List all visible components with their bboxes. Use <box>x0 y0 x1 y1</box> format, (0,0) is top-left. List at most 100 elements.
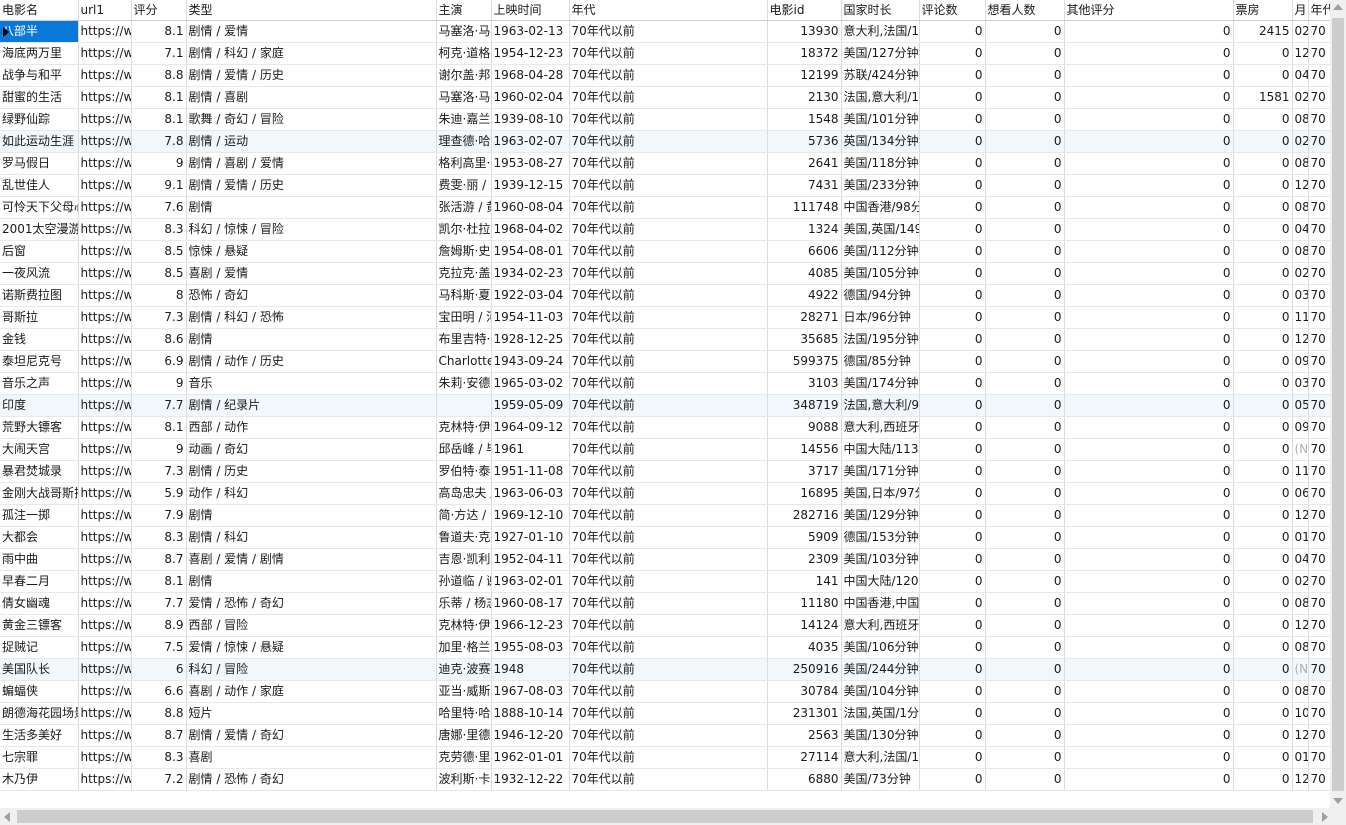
cell-month[interactable]: 01 <box>1292 526 1309 549</box>
cell-movie-id[interactable]: 111748 <box>767 196 842 219</box>
cell-title[interactable]: 哥斯拉 <box>0 306 79 329</box>
cell-movie-id[interactable]: 348719 <box>767 394 842 417</box>
cell-movie-id[interactable]: 16895 <box>767 482 842 505</box>
cell-month[interactable]: 08 <box>1292 680 1309 703</box>
cell-want-count[interactable]: 0 <box>985 768 1065 791</box>
cell-era2[interactable]: 70 <box>1308 130 1330 153</box>
cell-title[interactable]: 雨中曲 <box>0 548 79 571</box>
cell-want-count[interactable]: 0 <box>985 504 1065 527</box>
cell-month[interactable]: 11 <box>1292 460 1309 483</box>
cell-rating[interactable]: 8.5 <box>131 262 187 285</box>
cell-other-rating[interactable]: 0 <box>1064 482 1234 505</box>
cell-title[interactable]: 生活多美好 <box>0 724 79 747</box>
cell-release-date[interactable]: 1939-12-15 <box>491 174 570 197</box>
cell-country-runtime[interactable]: 法国,英国/1分 <box>841 702 920 725</box>
cell-comment-count[interactable]: 0 <box>919 130 986 153</box>
table-row[interactable]: 暴君焚城录 https://w 7.3 剧情 / 历史 罗伯特·泰 1951-11-08 7… <box>0 460 1330 483</box>
cell-genre[interactable]: 剧情 / 动作 / 历史 <box>186 350 437 373</box>
cell-box-office[interactable]: 0 <box>1233 328 1293 351</box>
table-row[interactable]: 孤注一掷 https://w 7.9 剧情 简·方达 /1969-12-10 70年代以前… <box>0 504 1330 527</box>
cell-movie-id[interactable]: 27114 <box>767 746 842 769</box>
cell-other-rating[interactable]: 0 <box>1064 636 1234 659</box>
cell-release-date[interactable]: 1960-02-04 <box>491 86 570 109</box>
cell-stars[interactable]: 格利高里· <box>436 152 492 175</box>
cell-other-rating[interactable]: 0 <box>1064 460 1234 483</box>
cell-title[interactable]: 泰坦尼克号 <box>0 350 79 373</box>
cell-title[interactable]: 可怜天下父母心 <box>0 196 79 219</box>
cell-month[interactable]: 12 <box>1292 504 1309 527</box>
cell-month[interactable]: 11 <box>1292 306 1309 329</box>
cell-country-runtime[interactable]: 意大利,法国/1 <box>841 20 920 43</box>
cell-title[interactable]: 美国队长 <box>0 658 79 681</box>
cell-month[interactable]: 02 <box>1292 130 1309 153</box>
column-header-month[interactable]: 月 <box>1292 0 1309 21</box>
cell-rating[interactable]: 7.1 <box>131 42 187 65</box>
table-row[interactable]: 黄金三镖客 https://w 8.9 西部 / 冒险 克林特·伊 1966-12-23 7… <box>0 614 1330 637</box>
table-row[interactable]: 哥斯拉https://w7.3剧情 / 科幻 / 恐怖宝田明 / 河1954-1… <box>0 306 1330 329</box>
cell-stars[interactable]: 克林特·伊 <box>436 614 492 637</box>
cell-era[interactable]: 70年代以前 <box>569 218 768 241</box>
cell-era2[interactable]: 70 <box>1308 196 1330 219</box>
cell-stars[interactable]: 鲁道夫·克 <box>436 526 492 549</box>
cell-country-runtime[interactable]: 中国大陆/120分 <box>841 570 920 593</box>
cell-movie-id[interactable]: 141 <box>767 570 842 593</box>
cell-comment-count[interactable]: 0 <box>919 240 986 263</box>
cell-title[interactable]: 荒野大镖客 <box>0 416 79 439</box>
table-row[interactable]: 早春二月https://w8.1剧情孙道临 / 谢1963-02-0170年代以… <box>0 570 1330 593</box>
cell-genre[interactable]: 剧情 / 科幻 <box>186 526 437 549</box>
cell-comment-count[interactable]: 0 <box>919 768 986 791</box>
cell-country-runtime[interactable]: 中国大陆/113 <box>841 438 920 461</box>
cell-genre[interactable]: 剧情 / 运动 <box>186 130 437 153</box>
cell-month[interactable]: 09 <box>1292 350 1309 373</box>
table-row[interactable]: 2001太空漫游 https://w 8.3 科幻 / 惊悚 / 冒险 凯尔·杜拉 196… <box>0 218 1330 241</box>
cell-stars[interactable]: 波利斯·卡 <box>436 768 492 791</box>
scroll-up-arrow-icon[interactable] <box>1333 4 1343 10</box>
cell-want-count[interactable]: 0 <box>985 152 1065 175</box>
cell-stars[interactable]: 吉恩·凯利 <box>436 548 492 571</box>
cell-month[interactable]: 08 <box>1292 636 1309 659</box>
cell-other-rating[interactable]: 0 <box>1064 152 1234 175</box>
cell-url1[interactable]: https://w <box>78 86 132 109</box>
cell-genre[interactable]: 爱情 / 惊悚 / 悬疑 <box>186 636 437 659</box>
cell-genre[interactable]: 剧情 / 爱情 / 历史 <box>186 64 437 87</box>
cell-title[interactable]: 如此运动生涯 <box>0 130 79 153</box>
cell-era2[interactable]: 70 <box>1308 174 1330 197</box>
cell-era2[interactable]: 70 <box>1308 328 1330 351</box>
cell-movie-id[interactable]: 28271 <box>767 306 842 329</box>
cell-movie-id[interactable]: 35685 <box>767 328 842 351</box>
cell-rating[interactable]: 5.9 <box>131 482 187 505</box>
cell-release-date[interactable]: 1888-10-14 <box>491 702 570 725</box>
cell-era[interactable]: 70年代以前 <box>569 42 768 65</box>
cell-country-runtime[interactable]: 美国/105分钟 <box>841 262 920 285</box>
cell-url1[interactable]: https://w <box>78 614 132 637</box>
cell-release-date[interactable]: 1939-08-10 <box>491 108 570 131</box>
cell-era[interactable]: 70年代以前 <box>569 262 768 285</box>
cell-stars[interactable]: 柯克·道格 <box>436 42 492 65</box>
cell-era2[interactable]: 70 <box>1308 768 1330 791</box>
column-header-country-runtime[interactable]: 国家时长 <box>841 0 920 21</box>
cell-genre[interactable]: 剧情 <box>186 504 437 527</box>
cell-url1[interactable]: https://w <box>78 592 132 615</box>
cell-rating[interactable]: 8.1 <box>131 570 187 593</box>
cell-month[interactable]: (N <box>1292 438 1309 461</box>
cell-other-rating[interactable]: 0 <box>1064 592 1234 615</box>
cell-month[interactable]: 04 <box>1292 64 1309 87</box>
cell-country-runtime[interactable]: 法国,意大利/9 <box>841 394 920 417</box>
column-header-movie-id[interactable]: 电影id <box>767 0 842 21</box>
cell-movie-id[interactable]: 6880 <box>767 768 842 791</box>
cell-era[interactable]: 70年代以前 <box>569 284 768 307</box>
cell-era[interactable]: 70年代以前 <box>569 438 768 461</box>
cell-era[interactable]: 70年代以前 <box>569 504 768 527</box>
cell-want-count[interactable]: 0 <box>985 262 1065 285</box>
cell-comment-count[interactable]: 0 <box>919 20 986 43</box>
cell-era2[interactable]: 70 <box>1308 394 1330 417</box>
cell-month[interactable]: 06 <box>1292 482 1309 505</box>
table-row[interactable]: 诺斯费拉图 https://w 8 恐怖 / 奇幻 马科斯·夏 1922-03-04 70年… <box>0 284 1330 307</box>
cell-comment-count[interactable]: 0 <box>919 394 986 417</box>
cell-url1[interactable]: https://w <box>78 504 132 527</box>
cell-release-date[interactable]: 1959-05-09 <box>491 394 570 417</box>
table-row[interactable]: 七宗罪 https://w 8.3 喜剧 克劳德·里 1962-01-01 70年代以前 27… <box>0 746 1330 769</box>
cell-month[interactable]: 08 <box>1292 240 1309 263</box>
cell-country-runtime[interactable]: 英国/134分钟 <box>841 130 920 153</box>
cell-title[interactable]: 七宗罪 <box>0 746 79 769</box>
